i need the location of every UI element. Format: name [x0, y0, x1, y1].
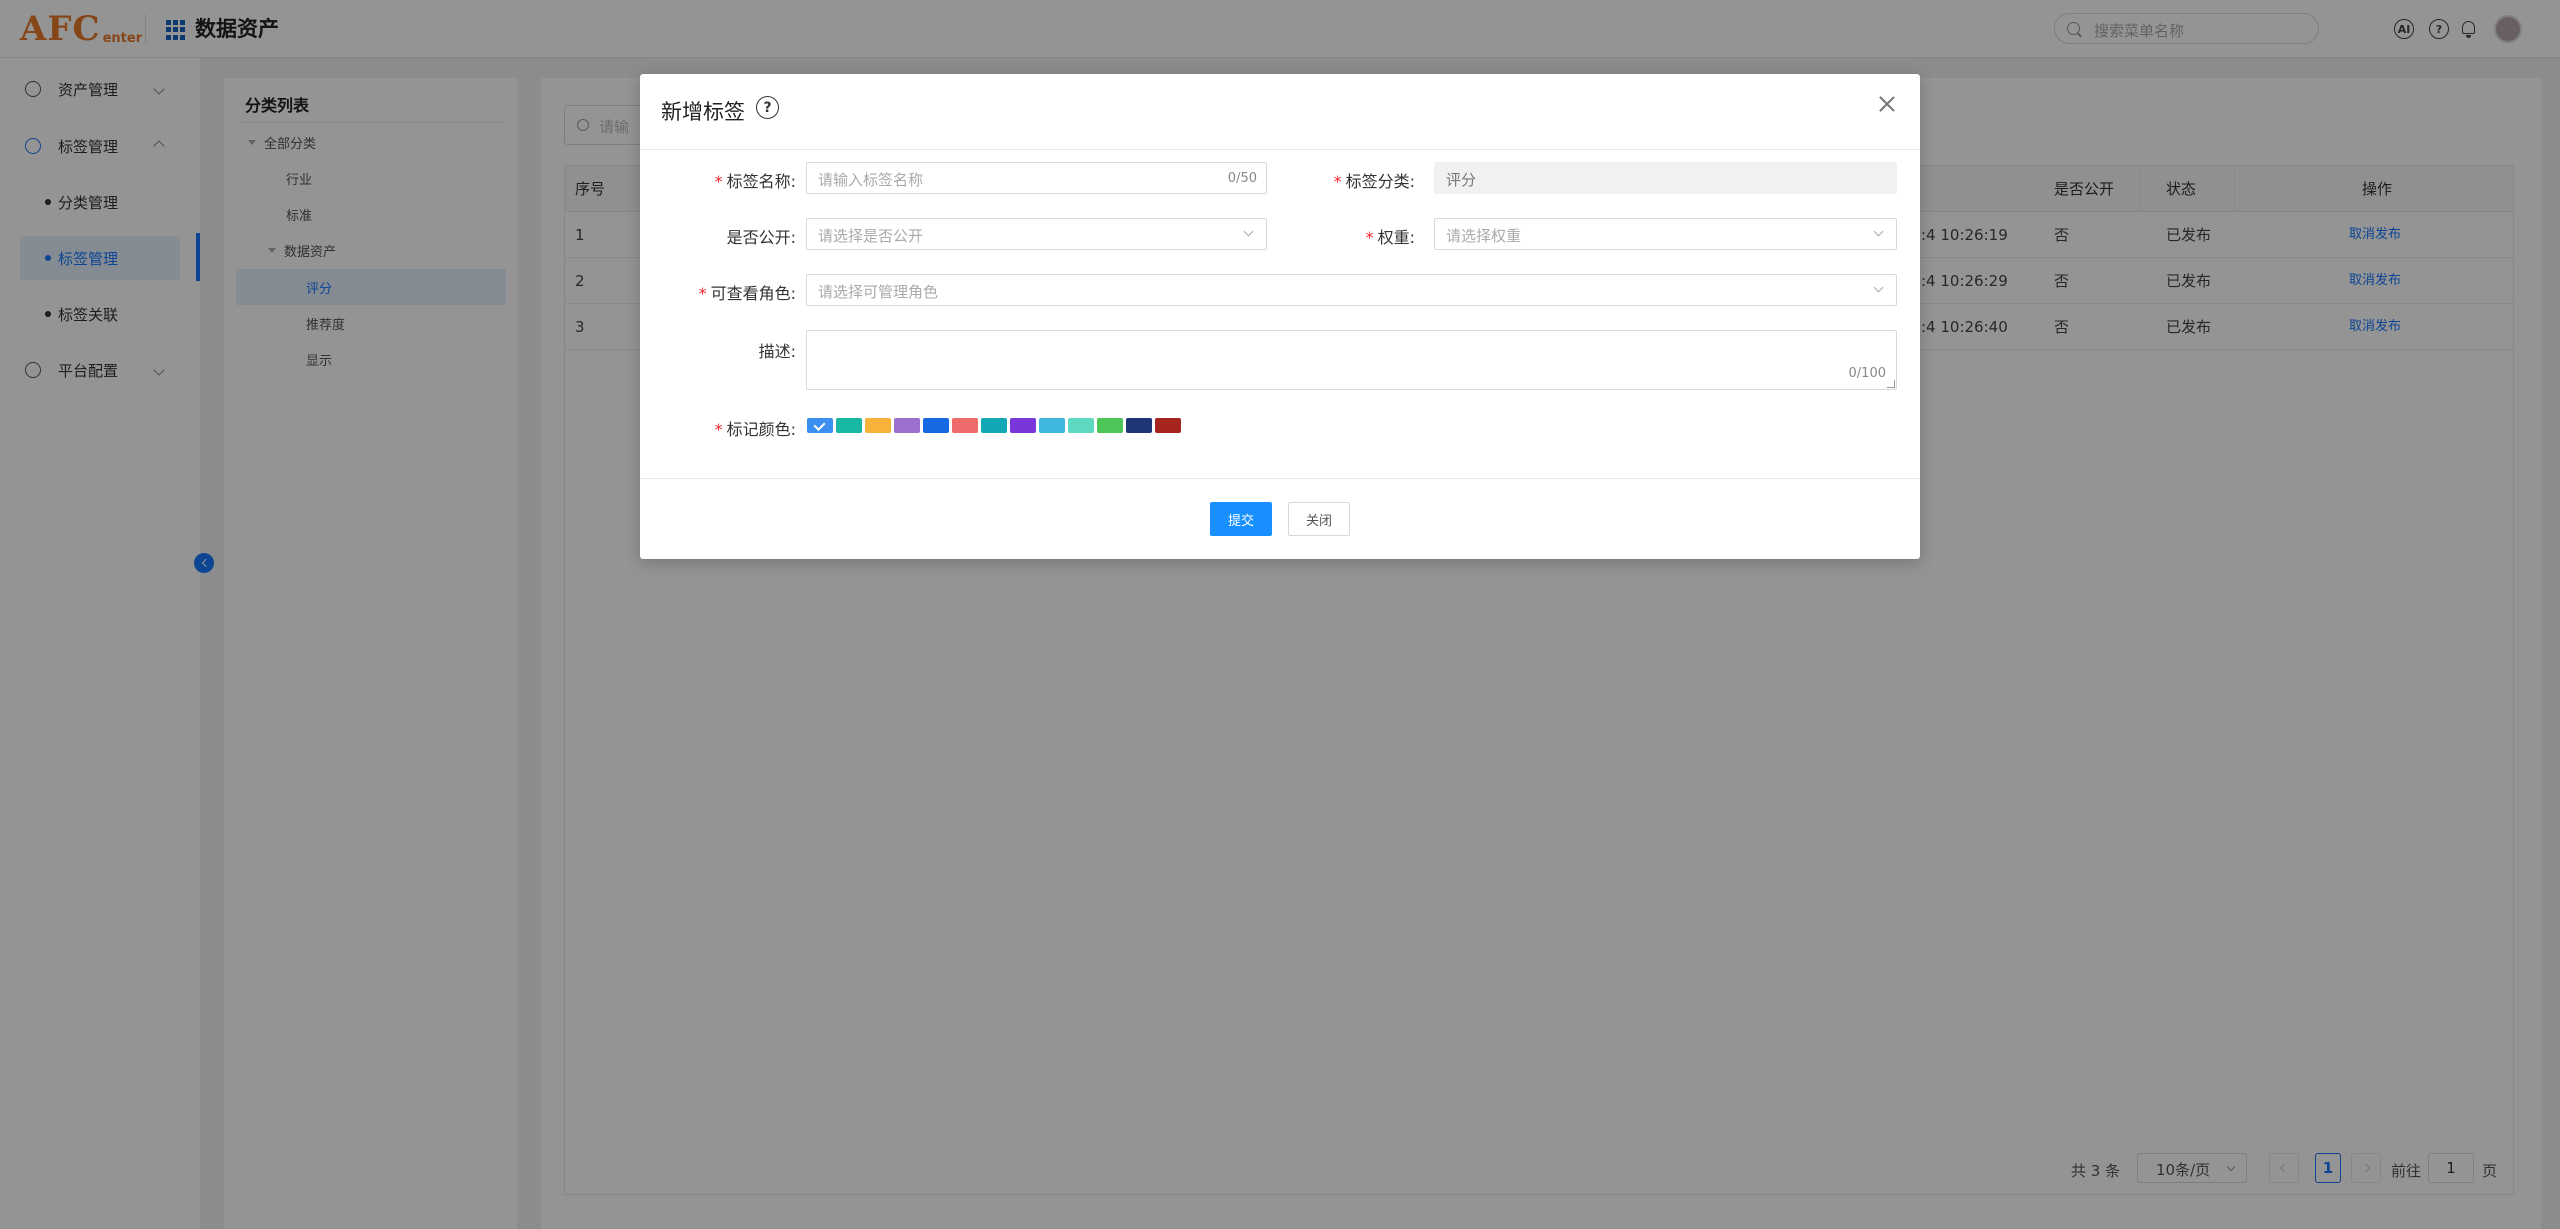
color-swatch[interactable]: [865, 418, 891, 433]
submit-button[interactable]: 提交: [1210, 502, 1272, 536]
is-public-select[interactable]: 请选择是否公开: [806, 218, 1267, 250]
divider: [640, 478, 1920, 479]
tag-name-input[interactable]: 请输入标签名称 0/50: [806, 162, 1267, 194]
chevron-down-icon: [1243, 226, 1254, 237]
tag-category-value: 评分: [1446, 171, 1477, 189]
color-picker: [807, 418, 1184, 435]
is-public-placeholder: 请选择是否公开: [818, 227, 924, 245]
mark-color-label-text: 标记颜色:: [726, 420, 796, 439]
color-swatch[interactable]: [923, 418, 949, 433]
tag-category-label: * 标签分类:: [1320, 168, 1415, 192]
viewable-roles-select[interactable]: 请选择可管理角色: [806, 274, 1897, 306]
description-label: 描述:: [758, 342, 796, 361]
color-swatch[interactable]: [894, 418, 920, 433]
required-mark: *: [714, 172, 723, 191]
color-swatch[interactable]: [1155, 418, 1181, 433]
description-textarea[interactable]: 0/100: [806, 330, 1897, 390]
viewable-roles-label: * 可查看角色:: [680, 280, 796, 304]
description-char-count: 0/100: [1848, 366, 1886, 381]
help-icon[interactable]: ?: [756, 96, 779, 119]
chevron-down-icon: [1873, 226, 1884, 237]
color-swatch[interactable]: [1097, 418, 1123, 433]
color-swatch[interactable]: [807, 418, 833, 433]
mark-color-label: * 标记颜色:: [680, 416, 796, 440]
chevron-down-icon: [1873, 282, 1884, 293]
tag-name-char-count: 0/50: [1227, 171, 1257, 186]
required-mark: *: [714, 420, 723, 439]
tag-category-label-text: 标签分类:: [1345, 172, 1415, 191]
add-tag-dialog: 新增标签 ? * 标签名称: 请输入标签名称 0/50 * 标签分类: 评分 是否公…: [640, 74, 1920, 559]
divider: [640, 149, 1920, 150]
dialog-title: 新增标签: [661, 100, 745, 124]
color-swatch[interactable]: [1010, 418, 1036, 433]
tag-name-placeholder: 请输入标签名称: [818, 171, 924, 189]
color-swatch[interactable]: [981, 418, 1007, 433]
close-button[interactable]: 关闭: [1288, 502, 1350, 536]
viewable-roles-placeholder: 请选择可管理角色: [818, 283, 939, 301]
required-mark: *: [698, 284, 707, 303]
tag-category-field: 评分: [1434, 162, 1897, 194]
weight-placeholder: 请选择权重: [1446, 227, 1522, 245]
weight-label: * 权重:: [1320, 224, 1415, 248]
color-swatch[interactable]: [1126, 418, 1152, 433]
resize-handle-icon[interactable]: [1887, 380, 1895, 388]
close-icon[interactable]: [1875, 92, 1899, 116]
is-public-label: 是否公开:: [726, 228, 796, 247]
color-swatch[interactable]: [1039, 418, 1065, 433]
color-swatch[interactable]: [836, 418, 862, 433]
color-swatch[interactable]: [1068, 418, 1094, 433]
tag-name-label-text: 标签名称:: [726, 172, 796, 191]
required-mark: *: [1365, 228, 1374, 247]
weight-label-text: 权重:: [1377, 228, 1415, 247]
viewable-roles-label-text: 可查看角色:: [710, 284, 796, 303]
color-swatch[interactable]: [952, 418, 978, 433]
required-mark: *: [1333, 172, 1342, 191]
weight-select[interactable]: 请选择权重: [1434, 218, 1897, 250]
tag-name-label: * 标签名称:: [700, 168, 796, 192]
